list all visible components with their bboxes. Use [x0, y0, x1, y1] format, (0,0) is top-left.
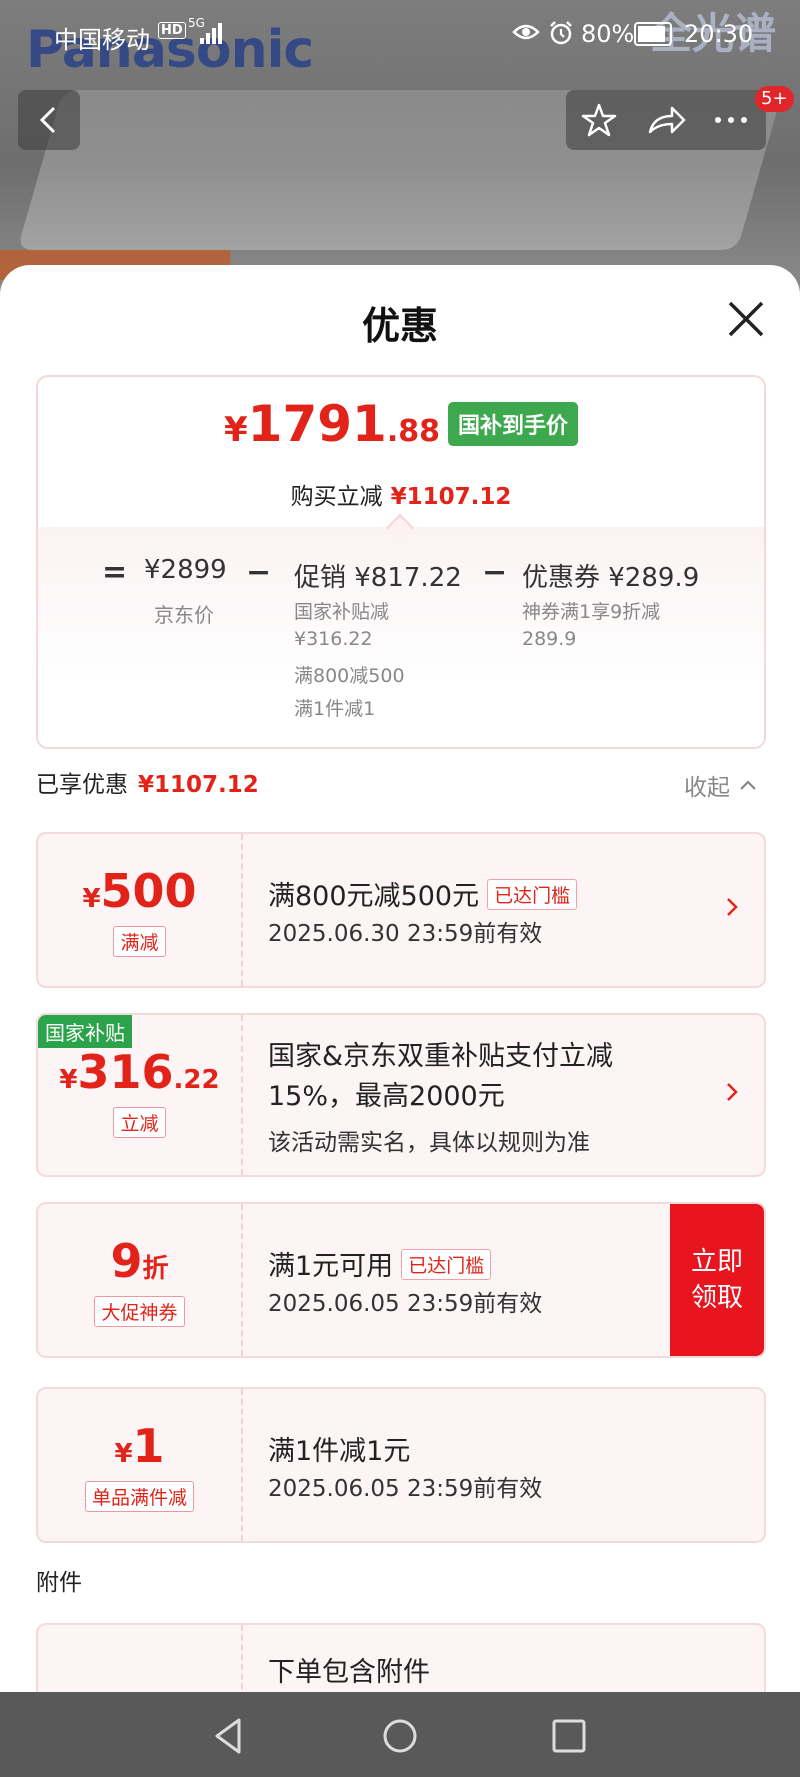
share-button[interactable]	[632, 90, 698, 150]
discount-amount: ¥1	[114, 1419, 165, 1473]
alarm-icon	[550, 21, 572, 45]
discount-title: 满1元可用 已达门槛	[268, 1244, 492, 1283]
discount-amount: ¥316.22	[59, 1045, 220, 1099]
subsidy-price-tag: 国补到手价	[447, 402, 578, 446]
close-icon[interactable]	[722, 295, 770, 343]
attachments-section-title: 附件	[36, 1570, 82, 1596]
nav-home-icon[interactable]	[376, 1712, 424, 1760]
hd-badge: HD	[158, 22, 186, 39]
clock: 20:30	[684, 20, 754, 48]
signal-icon	[200, 22, 226, 44]
discount-card[interactable]: ¥500 满减 满800元减500元 已达门槛 2025.06.30 23:59前…	[36, 832, 766, 988]
final-price: ¥1791.88 国补到手价	[38, 395, 764, 453]
discount-type: 单品满件减	[38, 1481, 241, 1512]
favorite-button[interactable]	[566, 90, 632, 150]
collapse-button[interactable]: 收起	[684, 768, 759, 802]
top-action-group	[566, 90, 766, 150]
enjoyed-discount: 已享优惠 ¥1107.12	[36, 772, 259, 798]
back-button[interactable]	[18, 90, 80, 150]
nav-back-icon[interactable]	[205, 1712, 253, 1760]
price-summary: ¥1791.88 国补到手价 购买立减 ¥1107.12 = ¥2899 京东价 −…	[36, 375, 766, 749]
discount-amount: ¥500	[82, 864, 197, 918]
battery-icon	[634, 22, 672, 46]
discount-validity: 2025.06.05 23:59前有效	[268, 1476, 543, 1502]
discount-type: 立减	[38, 1107, 241, 1138]
status-bar: 中国移动 HD 5G 80% 20:30	[0, 0, 800, 70]
share-icon	[648, 106, 686, 134]
equals-sign: =	[102, 555, 128, 590]
discount-sheet: 优惠 ¥1791.88 国补到手价 购买立减 ¥1107.12 = ¥2899 京东…	[0, 265, 800, 1692]
discount-card: ¥1 单品满件减 满1件减1元 2025.06.05 23:59前有效	[36, 1387, 766, 1543]
chevron-left-icon	[39, 106, 56, 134]
chevron-up-icon	[740, 780, 757, 790]
system-nav-bar	[0, 1692, 800, 1777]
discount-type: 满减	[38, 926, 241, 957]
sheet-title: 优惠	[361, 304, 438, 348]
buy-reduce-line: 购买立减 ¥1107.12	[290, 484, 512, 510]
discount-type: 大促神券	[38, 1296, 241, 1327]
jd-price: ¥2899	[144, 555, 227, 585]
message-count-badge: 5+	[755, 86, 794, 112]
threshold-badge: 已达门槛	[487, 879, 578, 910]
chevron-right-icon	[727, 1083, 738, 1101]
carrier-name: 中国移动	[54, 26, 150, 54]
discount-title: 国家&京东双重补贴支付立减 15%，最高2000元	[268, 1041, 614, 1112]
promo-details: 国家补贴减 ¥316.22 满800减500 满1件减1	[294, 601, 405, 720]
discount-title: 满1件减1元	[268, 1436, 411, 1467]
subsidy-card[interactable]: 国家补贴 ¥316.22 立减 国家&京东双重补贴支付立减 15%，最高2000元…	[36, 1013, 766, 1177]
eye-icon	[512, 24, 540, 40]
discount-validity: 2025.06.05 23:59前有效	[268, 1291, 543, 1317]
coupon-total: 优惠券 ¥289.9	[522, 563, 700, 593]
jd-price-label: 京东价	[154, 603, 214, 627]
discount-validity: 2025.06.30 23:59前有效	[268, 921, 543, 947]
discount-title: 满800元减500元 已达门槛	[268, 874, 578, 913]
minus-sign: −	[482, 555, 508, 590]
minus-sign: −	[246, 555, 272, 590]
gov-subsidy-tag: 国家补贴	[38, 1015, 132, 1048]
attachment-card: 下单包含附件	[36, 1623, 766, 1692]
promo-total: 促销 ¥817.22	[294, 563, 462, 593]
discount-amount: 9折	[110, 1234, 169, 1288]
attachment-title: 下单包含附件	[268, 1657, 430, 1688]
coupon-details: 神券满1享9折减 289.9	[522, 601, 661, 650]
subsidy-note: 该活动需实名，具体以规则为准	[268, 1130, 590, 1156]
threshold-badge: 已达门槛	[401, 1249, 492, 1280]
claim-coupon-button[interactable]: 立即 领取	[670, 1204, 764, 1356]
nav-recents-icon[interactable]	[545, 1712, 593, 1760]
star-icon	[581, 103, 617, 137]
battery-percent: 80%	[581, 20, 635, 48]
coupon-card: 9折 大促神券 满1元可用 已达门槛 2025.06.05 23:59前有效 立即…	[36, 1202, 766, 1358]
chevron-right-icon	[727, 898, 738, 916]
